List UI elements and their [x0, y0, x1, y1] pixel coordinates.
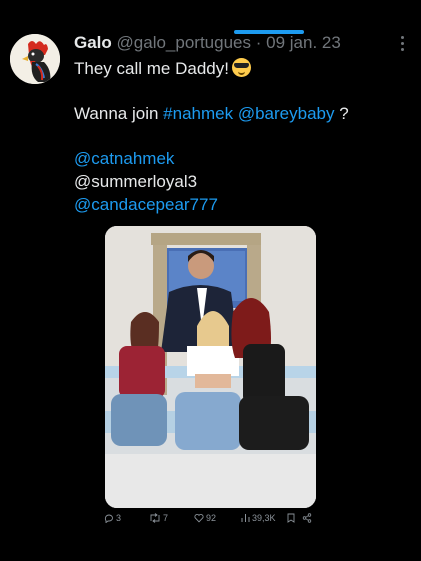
author-name[interactable]: Galo — [74, 33, 112, 52]
like-count: 92 — [206, 513, 217, 523]
hashtag-link[interactable]: #nahmek — [163, 104, 233, 123]
tweet-line-2: Wanna join #nahmek @bareybaby ? — [74, 102, 349, 125]
group-photo-image — [105, 226, 316, 508]
mention-link-2[interactable]: @summerloyal3 — [74, 170, 197, 193]
views-button[interactable]: 39,3K — [241, 513, 276, 523]
reply-icon — [104, 514, 113, 523]
separator-dot: · — [255, 33, 262, 52]
rooster-icon — [10, 34, 60, 84]
retweet-icon — [150, 513, 160, 523]
share-icon — [302, 513, 312, 523]
mention-link-inline[interactable]: @bareybaby — [238, 104, 335, 123]
author-avatar[interactable] — [10, 34, 60, 84]
reply-button[interactable]: 3 — [104, 513, 121, 523]
author-handle[interactable]: @galo_portugues — [117, 33, 251, 52]
mention-link-3[interactable]: @candacepear777 — [74, 193, 218, 216]
retweet-button[interactable]: 7 — [149, 513, 168, 523]
views-count: 39,3K — [252, 513, 276, 523]
like-button[interactable]: 92 — [194, 513, 216, 523]
tweet-line-1: They call me Daddy! — [74, 57, 251, 80]
tweet-text-line1: They call me Daddy! — [74, 59, 229, 78]
tweet-date[interactable]: 09 jan. 23 — [266, 33, 341, 52]
tweet-text-prefix: Wanna join — [74, 104, 159, 123]
tweet-actions-bar: 3 7 92 39,3K — [104, 513, 314, 529]
more-options-icon[interactable] — [401, 36, 405, 54]
views-icon — [241, 514, 250, 522]
reply-count: 3 — [116, 513, 122, 523]
bookmark-button[interactable] — [287, 513, 297, 523]
tweet-photo[interactable] — [105, 226, 316, 508]
retweet-count: 7 — [163, 513, 169, 523]
tweet-header: Galo @galo_portugues · 09 jan. 23 — [74, 32, 381, 54]
mention-link-1[interactable]: @catnahmek — [74, 147, 174, 170]
sunglasses-emoji-icon — [231, 58, 251, 77]
share-button[interactable] — [302, 513, 314, 523]
heart-icon — [194, 514, 204, 523]
tweet-text-suffix: ? — [339, 104, 349, 123]
bookmark-icon — [287, 513, 295, 523]
